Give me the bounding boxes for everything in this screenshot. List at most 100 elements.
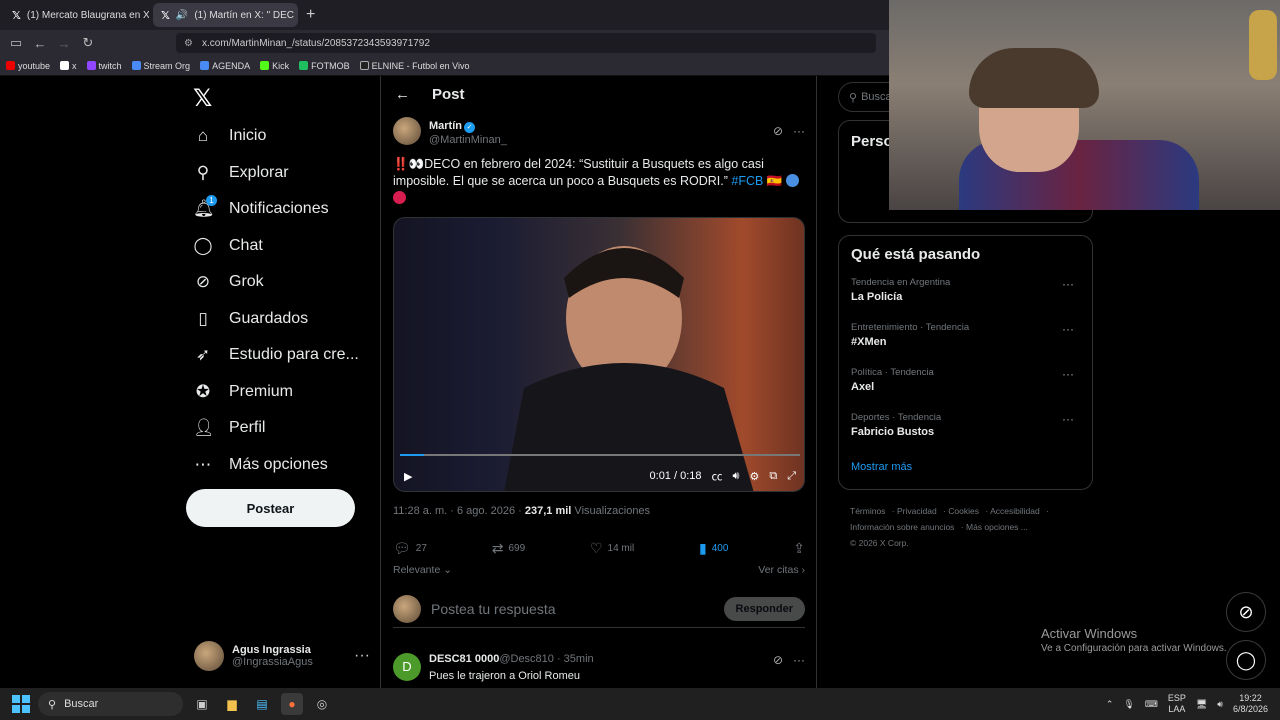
sidebar-toggle-icon[interactable]: ▭: [4, 35, 28, 51]
bookmark-twitch[interactable]: twitch: [86, 61, 122, 71]
trend-item[interactable]: Deportes · Tendencia Fabricio Bustos ···: [851, 412, 1080, 457]
bookmark-elnine[interactable]: ELNINE - Futbol en Vivo: [359, 61, 469, 71]
reply-action[interactable]: 💬︎ 27: [393, 540, 427, 557]
bookmark-kick[interactable]: Kick: [260, 61, 289, 71]
hashtag-link[interactable]: #FCB: [731, 174, 763, 188]
play-icon[interactable]: ▶: [404, 470, 412, 483]
x-logo-icon[interactable]: 𝕏: [193, 84, 212, 113]
footer-more[interactable]: Más opciones ...: [966, 522, 1028, 532]
sidebar-item-explorar[interactable]: ⚲ Explorar: [193, 155, 359, 192]
sort-dropdown[interactable]: Relevante ⌄: [393, 564, 452, 576]
like-action[interactable]: ♡ 14 mil: [590, 540, 634, 557]
footer-terms[interactable]: Términos: [850, 506, 885, 516]
trend-item[interactable]: Tendencia en Argentina La Policía ···: [851, 277, 1080, 322]
bookmark-agenda[interactable]: AGENDA: [200, 61, 250, 71]
x-favicon-icon: 𝕏: [12, 9, 21, 22]
reply-icon: 💬︎: [393, 540, 411, 556]
settings-icon[interactable]: ⚙: [749, 470, 759, 483]
more-dots-icon[interactable]: ···: [1062, 367, 1074, 381]
blue-circle-icon: [785, 174, 799, 187]
show-more-link[interactable]: Mostrar más: [851, 461, 1080, 473]
bookmark-fotmob[interactable]: FOTMOB: [299, 61, 350, 71]
volume-icon[interactable]: 🔊︎: [733, 470, 740, 483]
bookmark-action[interactable]: ▮ 400: [699, 540, 728, 557]
language-indicator[interactable]: ESP LAA: [1168, 693, 1186, 715]
more-dots-icon[interactable]: ···: [354, 647, 370, 665]
more-dots-icon[interactable]: ···: [793, 124, 805, 138]
sidebar-item-notificaciones[interactable]: 🔔︎ 1 Notificaciones: [193, 191, 359, 228]
forward-icon[interactable]: →: [52, 36, 76, 51]
reload-icon[interactable]: ↻: [76, 35, 100, 51]
share-action[interactable]: ⇪: [793, 540, 805, 557]
more-dots-icon[interactable]: ···: [793, 653, 805, 667]
repost-action[interactable]: ⇄ 699: [492, 540, 525, 557]
tab-mercato[interactable]: 𝕏 (1) Mercato Blaugrana en X: " ✕: [4, 3, 149, 27]
bookmark-stream-org[interactable]: Stream Org: [131, 61, 190, 71]
windows-activation-watermark: Activar Windows Ve a Configuración para …: [1041, 626, 1227, 654]
volume-icon[interactable]: 🔊︎: [1217, 699, 1223, 710]
comment-author[interactable]: DESC81 0000: [429, 653, 499, 667]
network-icon[interactable]: 🖥︎: [1196, 699, 1207, 710]
reply-button[interactable]: Responder: [723, 596, 805, 621]
flag-spain-icon: 🇪🇸: [766, 174, 783, 188]
reply-input[interactable]: Postea tu respuesta: [431, 601, 556, 617]
grok-icon[interactable]: ⊘: [773, 653, 783, 667]
reply-item[interactable]: D DESC81 0000 @Desc810 · 35min ⊘ ··· Pues…: [393, 653, 805, 682]
grok-fab-icon[interactable]: ⊘: [1226, 592, 1266, 632]
file-explorer-icon[interactable]: ▆: [221, 693, 243, 715]
author-name[interactable]: Martín: [429, 120, 462, 132]
trend-item[interactable]: Política · Tendencia Axel ···: [851, 367, 1080, 412]
bookmark-x[interactable]: x: [60, 61, 77, 71]
keyboard-icon[interactable]: ⌨: [1145, 699, 1158, 710]
captions-icon[interactable]: ㏄: [712, 468, 723, 484]
back-arrow-icon[interactable]: ←: [395, 86, 410, 103]
notepad-icon[interactable]: ▤: [251, 693, 273, 715]
more-dots-icon[interactable]: ···: [1062, 322, 1074, 336]
chevron-up-icon[interactable]: ⌃: [1106, 699, 1114, 710]
taskbar-clock[interactable]: 19:22 6/8/2026: [1233, 693, 1268, 715]
sidebar-item-inicio[interactable]: ⌂ Inicio: [193, 118, 359, 155]
video-player[interactable]: ▶ 0:01 / 0:18 ㏄ 🔊︎ ⚙ ⧉ ⤢: [393, 217, 805, 492]
site-info-icon[interactable]: ⚙: [184, 38, 193, 49]
comment-text: Pues le trajeron a Oriol Romeu: [429, 670, 581, 682]
video-progress-bar[interactable]: [400, 454, 800, 456]
fullscreen-icon[interactable]: ⤢: [787, 470, 796, 483]
url-bar[interactable]: ⚙ x.com/MartinMinan_/status/208537234359…: [176, 33, 876, 53]
quotes-link[interactable]: Ver citas ›: [758, 564, 805, 576]
sidebar-item-mas-opciones[interactable]: ⋯ Más opciones: [193, 447, 359, 484]
trend-item[interactable]: Entretenimiento · Tendencia #XMen ···: [851, 322, 1080, 367]
author-handle[interactable]: @MartinMinan_: [429, 134, 507, 146]
bookmark-youtube[interactable]: youtube: [6, 61, 50, 71]
author-avatar[interactable]: [393, 117, 421, 145]
back-icon[interactable]: ←: [28, 36, 52, 51]
footer-cookies[interactable]: Cookies: [948, 506, 979, 516]
firefox-icon[interactable]: ●: [281, 693, 303, 715]
sidebar-item-estudio[interactable]: ➶ Estudio para cre...: [193, 337, 359, 374]
more-dots-icon[interactable]: ···: [1062, 412, 1074, 426]
task-view-icon[interactable]: ▣: [191, 693, 213, 715]
post-column: ← Post Martín ✓ @MartinMinan_ ⊘ ··· ‼️👀DEC…: [380, 76, 817, 688]
bookmark-filled-icon: ▮: [699, 540, 707, 556]
footer-privacy[interactable]: Privacidad: [897, 506, 937, 516]
grok-icon[interactable]: ⊘: [773, 124, 783, 138]
sidebar-item-guardados[interactable]: ▯ Guardados: [193, 301, 359, 338]
footer-accessibility[interactable]: Accesibilidad: [990, 506, 1040, 516]
account-switcher[interactable]: Agus Ingrassia @IngrassiaAgus ···: [194, 639, 370, 673]
more-dots-icon[interactable]: ···: [1062, 277, 1074, 291]
sidebar-item-premium[interactable]: ✪ Premium: [193, 374, 359, 411]
chat-fab-icon[interactable]: ◯: [1226, 640, 1266, 680]
comment-avatar[interactable]: D: [393, 653, 421, 681]
microphone-icon[interactable]: 🎙︎: [1123, 699, 1134, 710]
footer-ads-info[interactable]: Información sobre anuncios: [850, 522, 954, 532]
post-button[interactable]: Postear: [186, 489, 355, 527]
pip-icon[interactable]: ⧉: [769, 470, 777, 483]
obs-icon[interactable]: ◎: [311, 693, 333, 715]
taskbar-search[interactable]: ⚲ Buscar: [38, 692, 183, 716]
sidebar-item-grok[interactable]: ⊘ Grok: [193, 264, 359, 301]
windows-start-icon[interactable]: [12, 695, 30, 713]
search-icon: ⚲: [196, 162, 210, 182]
sidebar-item-perfil[interactable]: 👤︎ Perfil: [193, 410, 359, 447]
new-tab-icon[interactable]: +: [306, 6, 315, 24]
sidebar-item-chat[interactable]: ◯ Chat: [193, 228, 359, 265]
tab-martin[interactable]: 𝕏 🔊 (1) Martín en X: " DEC ✕: [153, 3, 298, 27]
